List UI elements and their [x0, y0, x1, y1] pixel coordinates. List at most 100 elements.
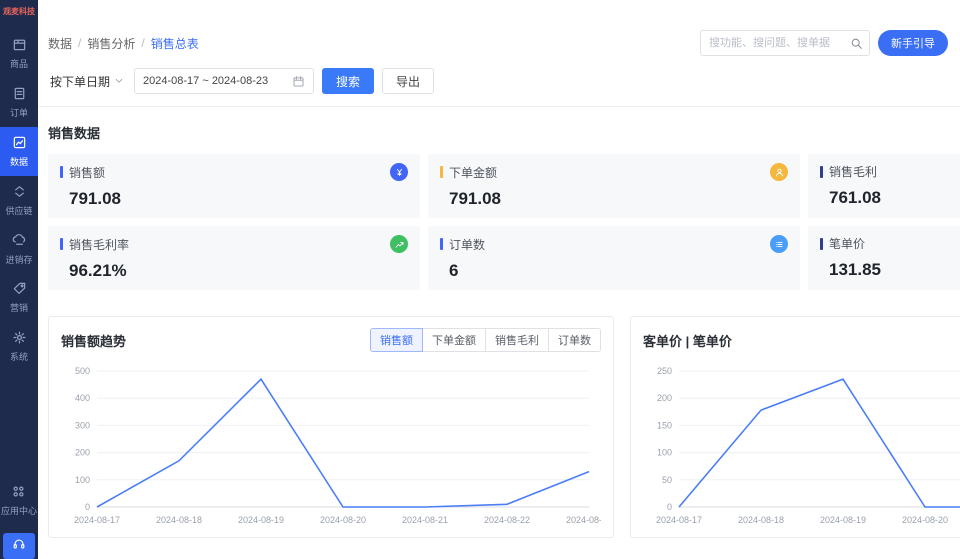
gear-icon [12, 330, 27, 350]
card-accent-bar [820, 238, 823, 250]
search-button[interactable]: 搜索 [322, 68, 374, 94]
search-icon[interactable] [850, 37, 869, 50]
sidebar-item-label: 进销存 [5, 256, 32, 266]
stat-card-order-count: 订单数6 [428, 226, 800, 290]
sales-trend-panel-head: 销售额趋势 销售额下单金额销售毛利订单数 [61, 327, 601, 353]
svg-text:200: 200 [75, 448, 90, 458]
sidebar-item-label: 系统 [10, 353, 28, 363]
svg-text:300: 300 [75, 420, 90, 430]
trend-up-icon [390, 235, 408, 253]
search-input[interactable] [701, 37, 850, 49]
supply-icon [12, 184, 27, 204]
inventory-icon [12, 233, 27, 253]
svg-text:2024-08-18: 2024-08-18 [738, 515, 784, 525]
sidebar-item-orders[interactable]: 订单 [0, 78, 38, 127]
sidebar-bottom-slot: 应用中心 [1, 476, 37, 525]
card-header: 销售毛利率 [60, 235, 408, 253]
sidebar-item-label: 应用中心 [1, 507, 37, 517]
price-panel: 客单价 | 笔单价 0501001502002502024-08-172024-… [630, 316, 960, 538]
export-button[interactable]: 导出 [382, 68, 434, 94]
sidebar-item-label: 订单 [10, 109, 28, 119]
breadcrumb-item: 销售总表 [151, 35, 199, 52]
card-header: 订单数 [440, 235, 788, 253]
grid-icon [11, 484, 26, 504]
guide-button[interactable]: 新手引导 [878, 30, 948, 56]
order-icon [12, 86, 27, 106]
svg-text:2024-08-22: 2024-08-22 [484, 515, 530, 525]
svg-text:2024-08-17: 2024-08-17 [656, 515, 702, 525]
stat-card-per-order-price: 笔单价 131.85 [808, 226, 960, 290]
sidebar-nav: 商品订单数据供应链进销存营销系统 [0, 29, 38, 371]
date-type-label: 按下单日期 [50, 73, 110, 90]
headset-icon [12, 537, 26, 556]
user-icon [770, 163, 788, 181]
svg-text:150: 150 [657, 420, 672, 430]
sidebar-item-app-center[interactable]: 应用中心 [1, 476, 37, 525]
card-value: 96.21% [60, 261, 408, 281]
price-chart: 0501001502002502024-08-172024-08-182024-… [643, 359, 960, 531]
card-title: 笔单价 [829, 235, 960, 252]
svg-text:50: 50 [662, 475, 672, 485]
content: 销售数据 销售额 791.08 下单金额 791.08 销售毛利 761.08 销售毛利率 9… [38, 107, 960, 538]
tab-order-count[interactable]: 订单数 [548, 328, 601, 352]
tab-sales-amount[interactable]: 销售额 [370, 328, 423, 352]
sidebar-item-label: 营销 [10, 304, 28, 314]
filter-toolbar: 按下单日期 2024-08-17 ~ 2024-08-23 搜索 导出 [38, 64, 960, 107]
sidebar-item-goods[interactable]: 商品 [0, 29, 38, 78]
stat-card-gross-profit: 销售毛利 761.08 [808, 154, 960, 218]
yuan-icon [390, 163, 408, 181]
tab-gross-profit[interactable]: 销售毛利 [485, 328, 549, 352]
customer-service-badge[interactable] [3, 533, 35, 559]
sidebar-item-marketing[interactable]: 营销 [0, 273, 38, 322]
date-type-select[interactable]: 按下单日期 [48, 73, 126, 90]
global-search[interactable] [700, 30, 870, 56]
card-value: 791.08 [440, 189, 788, 209]
stat-card-gross-margin: 销售毛利率 96.21% [48, 226, 420, 290]
charts-row: 销售额趋势 销售额下单金额销售毛利订单数 0100200300400500202… [48, 316, 960, 538]
tab-order-amount[interactable]: 下单金额 [422, 328, 486, 352]
svg-text:2024-08-20: 2024-08-20 [902, 515, 948, 525]
chart-icon [12, 135, 27, 155]
section-title: 销售数据 [48, 123, 960, 142]
main-area: 数据 / 销售分析 / 销售总表 新手引导 按下单日期 2024-08-17 ~ 202… [38, 0, 960, 559]
svg-text:100: 100 [75, 475, 90, 485]
price-panel-head: 客单价 | 笔单价 [643, 327, 960, 353]
card-title: 订单数 [449, 236, 764, 253]
card-title: 销售额 [69, 164, 384, 181]
calendar-icon [292, 75, 305, 88]
svg-text:2024-08-18: 2024-08-18 [156, 515, 202, 525]
card-accent-bar [820, 166, 823, 178]
sales-trend-chart: 01002003004005002024-08-172024-08-182024… [61, 359, 601, 531]
sidebar-item-system[interactable]: 系统 [0, 322, 38, 371]
sales-trend-panel: 销售额趋势 销售额下单金额销售毛利订单数 0100200300400500202… [48, 316, 614, 538]
sidebar-item-inventory[interactable]: 进销存 [0, 225, 38, 274]
breadcrumb-separator: / [141, 36, 144, 50]
chevron-down-icon [114, 76, 124, 86]
breadcrumb-item[interactable]: 销售分析 [87, 35, 135, 52]
svg-text:2024-08-21: 2024-08-21 [402, 515, 448, 525]
card-header: 销售毛利 [820, 163, 960, 180]
card-accent-bar [60, 238, 63, 250]
sidebar-item-supply-chain[interactable]: 供应链 [0, 176, 38, 225]
date-range-value: 2024-08-17 ~ 2024-08-23 [143, 75, 268, 87]
card-value: 761.08 [820, 188, 960, 208]
card-value: 131.85 [820, 260, 960, 280]
card-value: 791.08 [60, 189, 408, 209]
card-title: 销售毛利 [829, 163, 960, 180]
sidebar-bottom: 应用中心 [0, 476, 38, 559]
sidebar-item-label: 商品 [10, 60, 28, 70]
svg-text:2024-08-19: 2024-08-19 [238, 515, 284, 525]
stat-cards: 销售额 791.08 下单金额 791.08 销售毛利 761.08 销售毛利率 96.21%… [48, 154, 960, 290]
sidebar-item-data[interactable]: 数据 [0, 127, 38, 176]
breadcrumb-separator: / [78, 36, 81, 50]
svg-text:2024-08-19: 2024-08-19 [820, 515, 866, 525]
svg-text:0: 0 [85, 502, 90, 512]
card-header: 笔单价 [820, 235, 960, 252]
card-title: 下单金额 [449, 164, 764, 181]
svg-text:200: 200 [657, 393, 672, 403]
date-range-input[interactable]: 2024-08-17 ~ 2024-08-23 [134, 68, 314, 94]
sidebar: 观麦科技 商品订单数据供应链进销存营销系统 应用中心 [0, 0, 38, 559]
svg-text:500: 500 [75, 366, 90, 376]
breadcrumb-item[interactable]: 数据 [48, 35, 72, 52]
svg-text:2024-08-23: 2024-08-23 [566, 515, 601, 525]
